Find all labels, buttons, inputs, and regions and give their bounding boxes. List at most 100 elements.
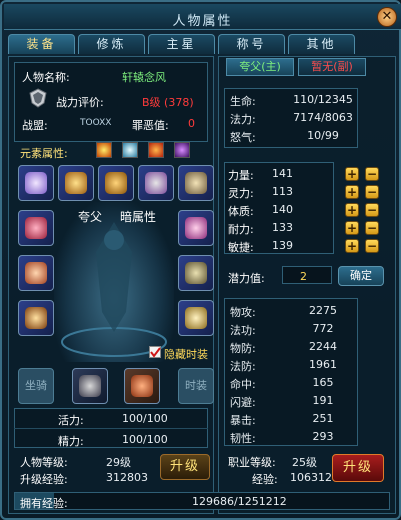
cape-icon bbox=[131, 375, 153, 397]
shoulder-icon bbox=[105, 172, 127, 194]
decrease-constitution-button[interactable]: − bbox=[365, 203, 379, 217]
tab-other[interactable]: 其他 bbox=[288, 34, 355, 54]
fashion-button[interactable]: 时装 bbox=[178, 368, 214, 404]
vigor-value: 100/100 bbox=[122, 412, 168, 425]
upgrade-exp-label: 升级经验: bbox=[20, 473, 68, 486]
vital-label: 怒气: bbox=[230, 131, 256, 144]
guild-label: 战盟: bbox=[22, 119, 48, 132]
level-value: 29级 bbox=[106, 456, 131, 469]
ring-icon bbox=[185, 172, 207, 194]
close-icon[interactable]: ✕ bbox=[377, 7, 397, 27]
hide-fashion-label: 隐藏时装 bbox=[164, 348, 208, 361]
increase-endurance-button[interactable]: + bbox=[345, 221, 359, 235]
rating-label: 战力评价: bbox=[56, 96, 104, 109]
tab-cultivation[interactable]: 修炼 bbox=[78, 34, 145, 54]
exp-value: 129686/1251212 bbox=[192, 495, 287, 508]
equip-slot-weapon[interactable] bbox=[18, 300, 54, 336]
character-name: 轩辕念风 bbox=[122, 71, 166, 84]
decrease-agility-button[interactable]: − bbox=[365, 239, 379, 253]
equip-slot-gauntlet[interactable] bbox=[58, 165, 94, 201]
subtab-primary[interactable]: 夸父(主) bbox=[226, 58, 294, 76]
rating-value: B级 (378) bbox=[142, 96, 194, 109]
element-label: 元素属性: bbox=[20, 147, 68, 160]
class-level-label: 职业等级: bbox=[228, 456, 276, 469]
confirm-button[interactable]: 确定 bbox=[338, 266, 384, 286]
tab-main-star[interactable]: 主星 bbox=[148, 34, 215, 54]
attr-label: 灵力: bbox=[228, 187, 254, 200]
combat-row: 韧性: 293 bbox=[226, 428, 358, 445]
increase-agility-button[interactable]: + bbox=[345, 239, 359, 253]
chest-armor-icon bbox=[79, 375, 101, 397]
upgrade-button[interactable]: 升级 bbox=[160, 454, 210, 480]
potential-value: 2 bbox=[300, 270, 307, 283]
equip-slot-wing[interactable] bbox=[18, 165, 54, 201]
attr-label: 体质: bbox=[228, 205, 254, 218]
equip-slot-belt[interactable] bbox=[18, 255, 54, 291]
tab-title[interactable]: 称号 bbox=[218, 34, 285, 54]
equip-slot-chest-armor[interactable] bbox=[72, 368, 108, 404]
hide-fashion-checkbox[interactable] bbox=[149, 346, 161, 358]
ice-element-icon[interactable] bbox=[122, 142, 138, 158]
flame-element-icon[interactable] bbox=[148, 142, 164, 158]
vital-row: 生命: 110/12345 bbox=[226, 91, 358, 108]
combat-label: 暴击: bbox=[230, 414, 256, 427]
class-exp-label: 经验: bbox=[252, 473, 278, 486]
potential-label: 潜力值: bbox=[228, 272, 265, 285]
combat-value: 251 bbox=[312, 412, 334, 425]
combat-value: 165 bbox=[312, 376, 334, 389]
level-label: 人物等级: bbox=[20, 456, 68, 469]
combat-label: 物攻: bbox=[230, 306, 256, 319]
armlet-icon bbox=[185, 217, 207, 239]
combat-label: 法防: bbox=[230, 360, 256, 373]
combat-row: 暴击: 251 bbox=[226, 410, 358, 427]
equip-slot-cape[interactable] bbox=[124, 368, 160, 404]
increase-strength-button[interactable]: + bbox=[345, 167, 359, 181]
vital-value: 10/99 bbox=[307, 129, 339, 142]
decrease-spirit-button[interactable]: − bbox=[365, 185, 379, 199]
class-upgrade-button[interactable]: 升级 bbox=[332, 454, 384, 482]
attr-value: 141 bbox=[272, 167, 293, 180]
evil-value: 0 bbox=[188, 117, 195, 130]
decrease-endurance-button[interactable]: − bbox=[365, 221, 379, 235]
row-divider bbox=[14, 428, 208, 429]
combat-label: 闪避: bbox=[230, 396, 256, 409]
equip-slot-bracer[interactable] bbox=[18, 210, 54, 246]
mount-button[interactable]: 坐骑 bbox=[18, 368, 54, 404]
tab-equipment[interactable]: 装备 bbox=[8, 34, 75, 54]
equip-slot-orb[interactable] bbox=[178, 300, 214, 336]
combat-row: 法功: 772 bbox=[226, 320, 358, 337]
fire-element-icon[interactable] bbox=[96, 142, 112, 158]
combat-value: 293 bbox=[312, 430, 334, 443]
vital-value: 7174/8063 bbox=[293, 111, 353, 124]
increase-spirit-button[interactable]: + bbox=[345, 185, 359, 199]
vital-label: 法力: bbox=[230, 113, 256, 126]
subtab-secondary[interactable]: 暂无(副) bbox=[298, 58, 366, 76]
class-level-value: 25级 bbox=[292, 456, 317, 469]
weapon-icon bbox=[25, 307, 47, 329]
gauntlet-icon bbox=[65, 172, 87, 194]
character-model bbox=[54, 202, 174, 362]
combat-value: 2275 bbox=[309, 304, 337, 317]
equip-slot-boots[interactable] bbox=[178, 255, 214, 291]
combat-label: 物防: bbox=[230, 342, 256, 355]
belt-icon bbox=[25, 262, 47, 284]
attr-value: 139 bbox=[272, 239, 293, 252]
vital-value: 110/12345 bbox=[293, 93, 353, 106]
vital-row: 法力: 7174/8063 bbox=[226, 109, 358, 126]
combat-row: 法防: 1961 bbox=[226, 356, 358, 373]
exp-label: 拥有经验: bbox=[20, 497, 68, 510]
window-title: 人物属性 bbox=[172, 14, 233, 29]
decrease-strength-button[interactable]: − bbox=[365, 167, 379, 181]
checkmark-icon bbox=[150, 347, 161, 358]
energy-label: 精力: bbox=[58, 435, 84, 448]
equip-slot-armlet[interactable] bbox=[178, 210, 214, 246]
increase-constitution-button[interactable]: + bbox=[345, 203, 359, 217]
dark-element-icon[interactable] bbox=[174, 142, 190, 158]
combat-label: 韧性: bbox=[230, 432, 256, 445]
equip-slot-shoulder[interactable] bbox=[98, 165, 134, 201]
name-label: 人物名称: bbox=[22, 71, 70, 84]
equip-slot-necklace[interactable] bbox=[138, 165, 174, 201]
school-label: 夸父 bbox=[78, 210, 103, 224]
title-bar[interactable]: 人物属性 ✕ bbox=[4, 4, 401, 30]
equip-slot-ring[interactable] bbox=[178, 165, 214, 201]
